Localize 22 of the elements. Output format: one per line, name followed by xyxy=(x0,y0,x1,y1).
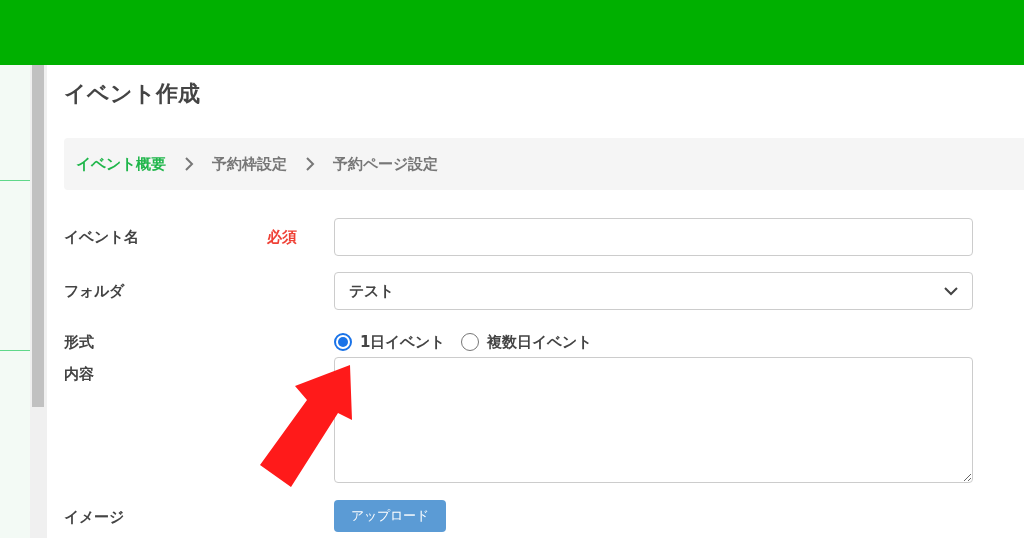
field-label: 内容 xyxy=(64,364,95,385)
chevron-down-icon xyxy=(944,286,958,296)
event-name-input[interactable] xyxy=(334,218,973,256)
content-textarea[interactable] xyxy=(334,357,973,483)
required-label: 必須 xyxy=(267,226,298,248)
chevron-right-icon xyxy=(305,156,315,172)
field-label: イメージ xyxy=(64,507,125,528)
scrollbar-thumb[interactable] xyxy=(32,65,44,407)
radio-label: 複数日イベント xyxy=(487,331,593,353)
folder-select[interactable]: テスト xyxy=(334,272,973,310)
step-label[interactable]: 予約ページ設定 xyxy=(333,152,438,176)
radio-label: 1日イベント xyxy=(360,331,446,353)
chevron-right-icon xyxy=(184,156,194,172)
radio-button[interactable] xyxy=(334,333,352,351)
upload-button[interactable]: アップロード xyxy=(334,500,446,532)
page-title: イベント作成 xyxy=(64,80,201,108)
field-label: フォルダ xyxy=(64,280,126,302)
select-value: テスト xyxy=(349,280,394,302)
step-label[interactable]: イベント概要 xyxy=(76,152,166,176)
field-label: イベント名 xyxy=(64,226,140,248)
step-label[interactable]: 予約枠設定 xyxy=(212,152,287,176)
field-label: 形式 xyxy=(64,331,95,353)
